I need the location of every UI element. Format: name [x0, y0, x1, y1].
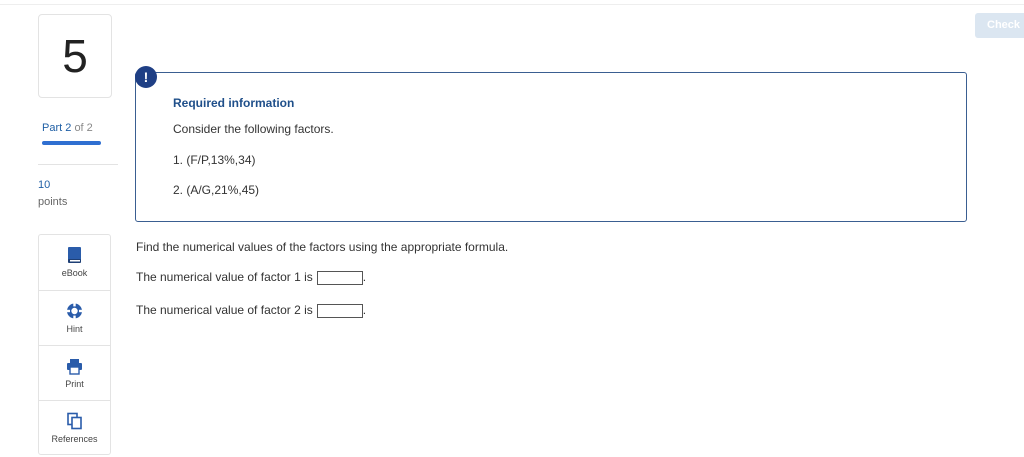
answer-1-label: The numerical value of factor 1 is	[136, 270, 313, 284]
print-label: Print	[65, 379, 84, 389]
question-number: 5	[38, 14, 112, 98]
answer-1-input[interactable]	[316, 270, 363, 285]
part-total: of 2	[74, 122, 93, 134]
required-info-box	[135, 72, 967, 222]
hint-button[interactable]: Hint	[39, 290, 110, 346]
factor-2-text: 2. (A/G,21%,45)	[173, 183, 260, 197]
ebook-button[interactable]: eBook	[39, 235, 110, 290]
check-button[interactable]: Check	[975, 13, 1024, 38]
ebook-label: eBook	[61, 268, 88, 278]
printer-icon	[66, 357, 83, 375]
print-button[interactable]: Print	[39, 345, 110, 401]
part-label: Part	[42, 122, 63, 134]
part-progress-bar	[42, 141, 101, 145]
required-info-intro: Consider the following factors.	[173, 122, 334, 136]
references-label: References	[51, 434, 98, 444]
book-icon	[66, 246, 83, 264]
answer-row-2: The numerical value of factor 2 is.	[136, 303, 366, 318]
factor-1-text: 1. (F/P,13%,34)	[173, 153, 256, 167]
question-prompt: Find the numerical values of the factors…	[136, 240, 509, 254]
lifebuoy-icon	[66, 302, 83, 320]
hint-label: Hint	[66, 324, 83, 334]
part-current: 2	[65, 122, 72, 134]
answer-2-input[interactable]	[316, 303, 363, 318]
top-divider	[0, 4, 1024, 5]
alert-icon: !	[135, 66, 157, 88]
divider	[38, 164, 118, 165]
references-button[interactable]: References	[39, 400, 110, 456]
tools-panel: eBook Hint Print References	[38, 234, 111, 455]
references-icon	[66, 412, 83, 430]
points-label: points	[38, 196, 68, 208]
answer-2-period: .	[362, 303, 367, 317]
answer-1-period: .	[362, 270, 367, 284]
answer-row-1: The numerical value of factor 1 is.	[136, 270, 366, 285]
required-info-title: Required information	[173, 96, 295, 110]
answer-2-label: The numerical value of factor 2 is	[136, 303, 313, 317]
part-indicator: Part 2 of 2	[42, 122, 93, 134]
points-value: 10	[38, 179, 51, 191]
